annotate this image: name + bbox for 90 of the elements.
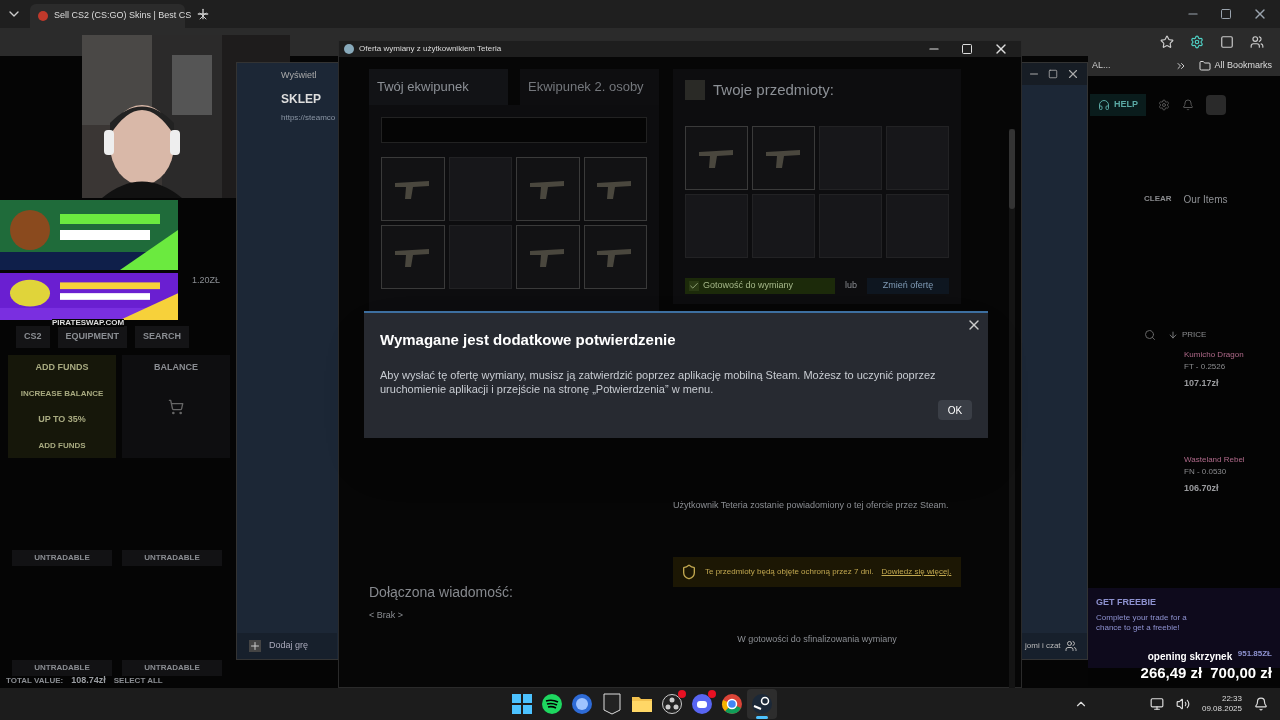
item-price: 106.70zł xyxy=(1184,482,1220,495)
taskbar-app[interactable] xyxy=(747,689,777,719)
headset-icon xyxy=(1098,98,1110,111)
total-label: TOTAL VALUE: xyxy=(6,674,64,687)
arrow-icon xyxy=(1168,329,1178,340)
add-funds-card[interactable]: ADD FUNDS INCREASE BALANCE UP TO 35% ADD FUNDS xyxy=(8,355,116,458)
banner-title: GET FREEBIE xyxy=(1096,595,1157,609)
maximize-icon[interactable] xyxy=(1220,8,1232,20)
music-app-icon xyxy=(541,693,563,715)
folder-icon xyxy=(1198,60,1211,72)
status-text: W gotowości do sfinalizowania wymiany xyxy=(736,632,898,646)
section-heading: Twoje przedmioty: xyxy=(713,80,834,100)
site-icon xyxy=(38,11,48,21)
or-label: lub xyxy=(845,278,857,292)
our-items-toggle[interactable]: Our Items xyxy=(1183,191,1228,207)
volume-icon[interactable] xyxy=(1175,697,1190,711)
scrollbar-thumb[interactable] xyxy=(1009,129,1015,209)
status-label: UNTRADABLE xyxy=(122,660,222,676)
extensions-icon[interactable] xyxy=(1220,35,1234,49)
search-icon[interactable] xyxy=(1144,328,1156,341)
overlay-label: opening skrzynek xyxy=(1147,651,1233,664)
site-nav-tab[interactable]: EQUIPMENT xyxy=(57,326,128,348)
plus-icon xyxy=(249,640,261,652)
shield-icon xyxy=(681,563,697,580)
select-all-button[interactable]: SELECT ALL xyxy=(113,674,163,687)
record-app-icon xyxy=(661,693,683,715)
dialog-title: Wymagane jest dodatkowe potwierdzenie xyxy=(380,330,677,350)
bookmark-star-icon[interactable] xyxy=(1160,35,1174,49)
sort-dropdown[interactable]: PRICE xyxy=(1168,328,1207,341)
site-nav-tab[interactable]: CS2 xyxy=(16,326,50,348)
all-bookmarks-link[interactable]: All Bookmarks xyxy=(1198,59,1273,73)
ok-button[interactable]: OK xyxy=(938,400,972,420)
section-heading: Dołączona wiadomość: xyxy=(369,583,514,602)
windows-icon xyxy=(511,693,533,715)
status-label: UNTRADABLE xyxy=(12,660,112,676)
site-nav-tab[interactable]: SEARCH xyxy=(135,326,190,348)
clear-button[interactable]: CLEAR xyxy=(1144,193,1172,205)
ready-checkbox[interactable]: Gotowość do wymiany xyxy=(685,277,835,294)
item-wear: FN - 0.0530 xyxy=(1184,466,1228,478)
chat-app-icon xyxy=(691,693,713,715)
total-value: 108.74zł xyxy=(71,674,106,687)
menu-label[interactable]: Wyświetl xyxy=(281,69,317,83)
item-name: Kumicho Dragon xyxy=(1184,348,1245,361)
more-bookmarks-icon[interactable] xyxy=(1174,60,1187,72)
banner-text: Complete your trade for a chance to get a freebie! xyxy=(1096,613,1188,633)
browser-icon xyxy=(721,693,743,715)
cart-icon xyxy=(168,398,184,415)
tab-title: Sell CS2 (CS:GO) Skins | Best CS xyxy=(54,9,192,23)
add-game-button[interactable]: Dodaj grę xyxy=(237,633,337,659)
clock-date[interactable]: 09.08.2025 xyxy=(1201,705,1242,713)
item-name: Wasteland Rebel xyxy=(1184,454,1246,466)
promo-text: UP TO 35% xyxy=(38,413,86,427)
window-title: Oferta wymiany z użytkownikiem Teteria xyxy=(359,43,502,55)
steam-icon xyxy=(344,44,354,54)
banner-caption: PIRATESWAP.COM xyxy=(52,319,125,327)
avatar xyxy=(685,80,705,101)
help-button[interactable]: HELP xyxy=(1090,94,1146,116)
status-label: UNTRADABLE xyxy=(12,550,112,566)
store-title[interactable]: SKLEP xyxy=(281,89,321,108)
inventory-tab[interactable]: Twój ekwipunek xyxy=(369,69,508,105)
url-text: https://steamco xyxy=(281,111,336,124)
extension-icon[interactable] xyxy=(1190,35,1204,49)
notification-icon[interactable] xyxy=(1254,697,1268,711)
notify-text: Użytkownik Teteria zostanie powiadomiony o tej ofercie przez Steam. xyxy=(673,499,950,511)
item-wear: FT - 0.2526 xyxy=(1184,360,1227,373)
card-title: ADD FUNDS xyxy=(35,361,89,374)
friends-icon xyxy=(1064,640,1077,652)
add-funds-button[interactable]: ADD FUNDS xyxy=(38,440,86,452)
clock-time[interactable]: 22:33 xyxy=(1221,695,1242,703)
shield-logo-icon xyxy=(601,693,623,715)
orb-icon xyxy=(571,693,593,715)
protection-text: Te przedmioty będą objęte ochroną przez 7 dni. xyxy=(705,565,874,578)
network-icon[interactable] xyxy=(1149,697,1164,711)
inventory-tab[interactable]: Ekwipunek 2. osoby xyxy=(520,69,659,105)
message-text: < Brak > xyxy=(369,609,405,622)
promo-text: INCREASE BALANCE xyxy=(20,387,104,400)
profile-icon[interactable] xyxy=(1250,35,1264,49)
check-icon xyxy=(689,280,699,291)
steam-icon xyxy=(751,693,773,715)
active-indicator xyxy=(756,716,768,719)
status-label: UNTRADABLE xyxy=(122,550,222,566)
banner-price: 951.85ZŁ xyxy=(1237,647,1272,660)
change-offer-button[interactable]: Zmień ofertę xyxy=(867,277,949,294)
learn-more-link[interactable]: Dowiedz się więcej. xyxy=(881,565,952,578)
item-price: 107.17zł xyxy=(1184,376,1220,390)
item-price: 1.20ZŁ xyxy=(192,274,221,287)
friends-chat-button[interactable]: jomi i czat xyxy=(1021,633,1087,659)
dialog-message: Aby wysłać tę ofertę wymiany, musisz ją zatwierdzić poprzez aplikację mobilną Steam. Możesz to uczynić poprzez uruchomienie aplikacji i przejście na stronę „Potwierdzenia” w menu. xyxy=(380,367,937,396)
bookmark-link[interactable]: AL... xyxy=(1092,59,1111,73)
card-title: BALANCE xyxy=(154,361,198,374)
